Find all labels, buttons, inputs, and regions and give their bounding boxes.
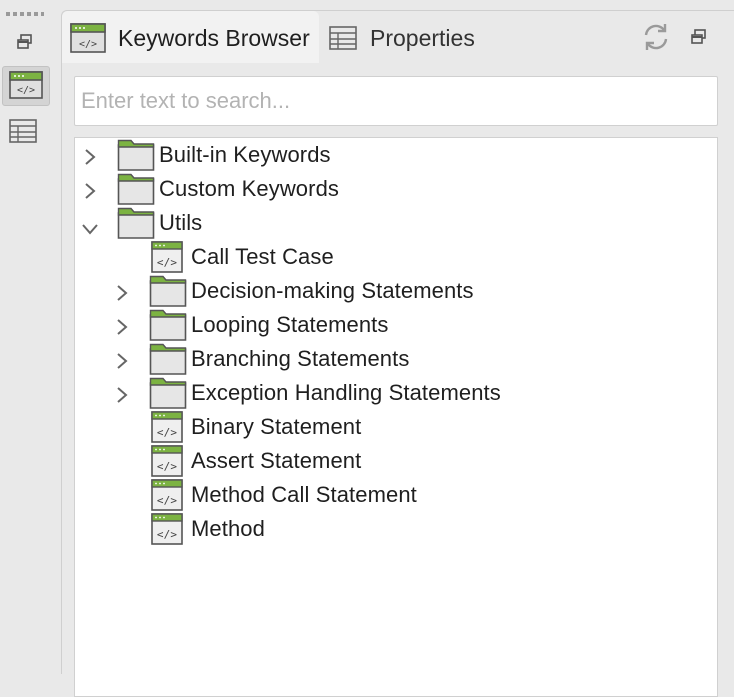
tree-folder-row[interactable]: Utils (75, 206, 715, 240)
svg-text:</>: </> (17, 85, 35, 96)
tree-item-label: Exception Handling Statements (191, 380, 501, 405)
restore-icon[interactable] (15, 32, 35, 52)
keywords-panel: </> Keywords Browser Properties Built-in… (61, 10, 734, 697)
tab-label: Keywords Browser (118, 24, 310, 51)
keywords-browser-icon: </> (70, 23, 106, 53)
svg-text:</>: </> (157, 256, 177, 269)
tab-properties[interactable]: Properties (328, 21, 475, 55)
svg-text:</>: </> (157, 460, 177, 473)
tree-folder-row[interactable]: Branching Statements (75, 342, 715, 376)
chevron-down-icon[interactable] (81, 216, 98, 235)
svg-text:</>: </> (157, 494, 177, 507)
chevron-right-icon[interactable] (83, 180, 97, 199)
tree-item-label: Branching Statements (191, 346, 410, 371)
properties-icon[interactable] (8, 117, 38, 145)
tree-item-label: Built-in Keywords (159, 142, 331, 167)
svg-text:</>: </> (79, 39, 97, 50)
tree-item-label: Call Test Case (191, 244, 334, 269)
tree-item-label: Decision-making Statements (191, 278, 474, 303)
tab-keywords-browser[interactable]: </> Keywords Browser (70, 21, 310, 55)
tree-item-label: Looping Statements (191, 312, 389, 337)
tree-keyword-row[interactable]: </> Assert Statement (75, 444, 715, 478)
keywords-tree: Built-in Keywords Custom Keywords Utils </>… (74, 137, 718, 697)
tree-folder-row[interactable]: Decision-making Statements (75, 274, 715, 308)
tree-keyword-row[interactable]: </> Method (75, 512, 715, 546)
keywords-browser-icon: </> (9, 71, 43, 99)
chevron-right-icon[interactable] (115, 282, 129, 301)
tree-folder-row[interactable]: Exception Handling Statements (75, 376, 715, 410)
tree-keyword-row[interactable]: </> Method Call Statement (75, 478, 715, 512)
restore-icon[interactable] (689, 27, 709, 47)
keyword-icon: </> (151, 513, 183, 551)
chevron-right-icon[interactable] (115, 316, 129, 335)
refresh-icon[interactable] (640, 21, 672, 53)
chevron-right-icon[interactable] (115, 350, 129, 369)
tree-keyword-row[interactable]: </> Binary Statement (75, 410, 715, 444)
chevron-right-icon[interactable] (83, 146, 97, 165)
tree-item-label: Assert Statement (191, 448, 362, 473)
properties-table-icon (329, 26, 357, 50)
tree-keyword-row[interactable]: </> Call Test Case (75, 240, 715, 274)
left-toolbar: </> (0, 0, 52, 674)
tree-item-label: Method Call Statement (191, 482, 417, 507)
tree-item-label: Utils (159, 210, 203, 235)
svg-text:</>: </> (157, 426, 177, 439)
tree-item-label: Custom Keywords (159, 176, 340, 201)
tab-label: Properties (370, 24, 475, 51)
chevron-right-icon[interactable] (115, 384, 129, 403)
tree-folder-row[interactable]: Custom Keywords (75, 172, 715, 206)
keywords-browser-toggle[interactable]: </> (2, 66, 50, 106)
search-input[interactable] (74, 76, 718, 126)
tree-folder-row[interactable]: Looping Statements (75, 308, 715, 342)
svg-text:</>: </> (157, 528, 177, 541)
tree-item-label: Binary Statement (191, 414, 362, 439)
tree-folder-row[interactable]: Built-in Keywords (75, 138, 715, 172)
tree-item-label: Method (191, 516, 265, 541)
drag-grip[interactable] (6, 12, 44, 16)
